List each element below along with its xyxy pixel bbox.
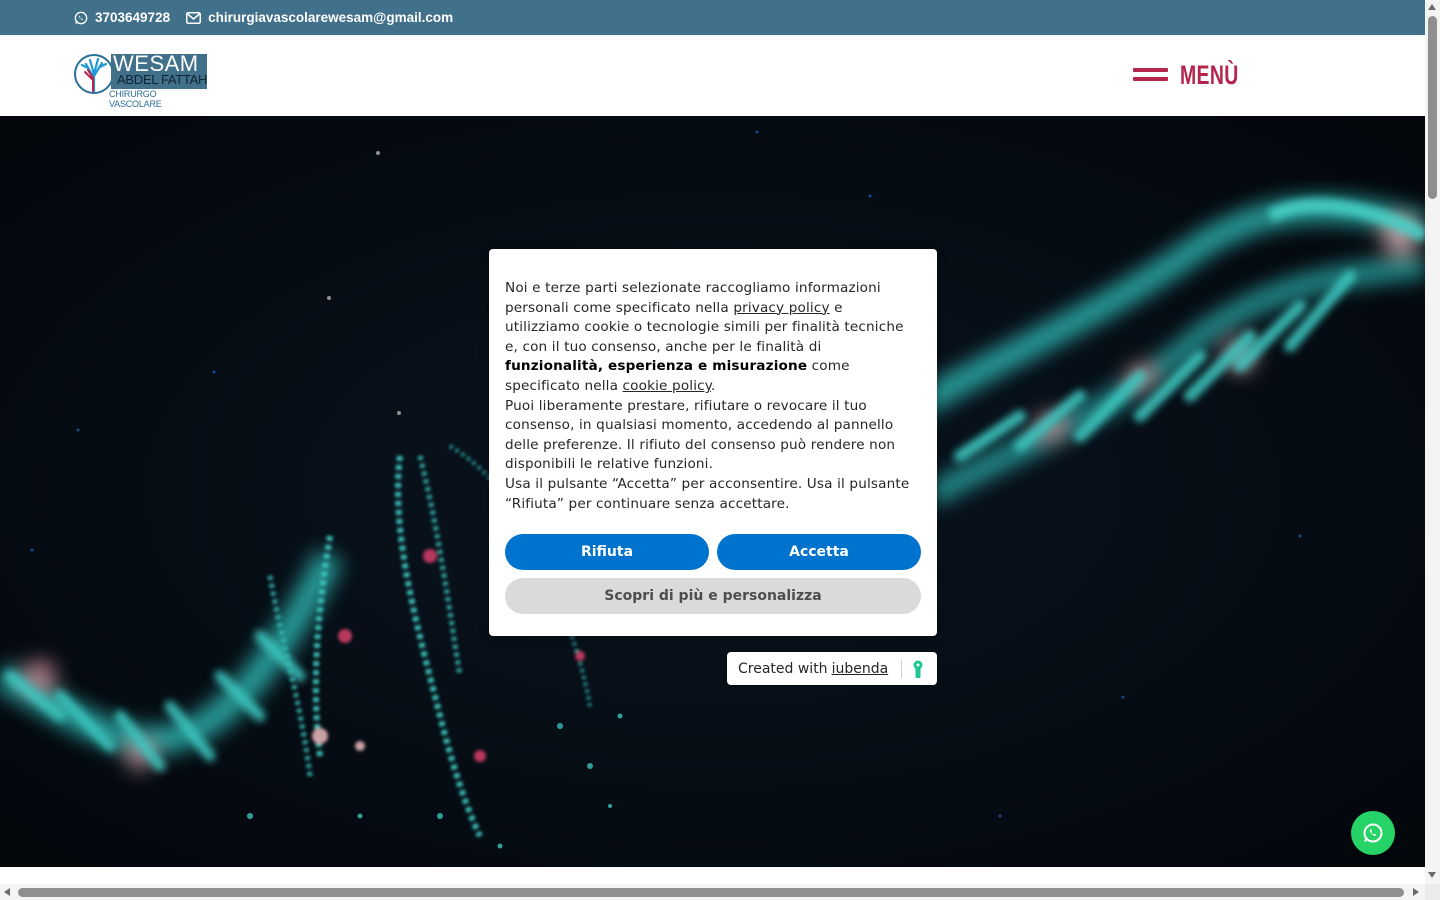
phone-number: 3703649728 — [95, 10, 171, 25]
email-address: chirurgiavascolarewesam@gmail.com — [208, 10, 454, 25]
iubenda-prefix: Created with — [738, 660, 828, 677]
phone-link[interactable]: 3703649728 — [74, 10, 170, 25]
horizontal-scrollbar[interactable] — [0, 884, 1425, 900]
site-logo[interactable]: WESAM ABDEL FATTAH CHIRURGO VASCOLARE — [73, 52, 209, 109]
vertical-scroll-thumb[interactable] — [1428, 16, 1437, 199]
keyhole-icon — [913, 660, 923, 678]
scroll-down-arrow-icon[interactable] — [1428, 872, 1436, 878]
whatsapp-icon — [74, 11, 88, 24]
scroll-right-arrow-icon[interactable] — [1413, 888, 1419, 896]
site-header: WESAM ABDEL FATTAH CHIRURGO VASCOLARE ME… — [0, 35, 1425, 116]
accept-button[interactable]: Accetta — [717, 534, 921, 571]
whatsapp-chat-button[interactable] — [1351, 811, 1395, 855]
scroll-left-arrow-icon[interactable] — [4, 888, 10, 896]
iubenda-badge: Created with iubenda — [727, 652, 937, 685]
horizontal-scroll-thumb[interactable] — [18, 888, 1404, 897]
cookie-policy-link[interactable]: cookie policy — [623, 378, 711, 394]
logo-role: CHIRURGO VASCOLARE — [109, 89, 162, 109]
iubenda-link[interactable]: iubenda — [832, 661, 889, 677]
reject-button[interactable]: Rifiuta — [505, 534, 709, 571]
badge-divider — [901, 659, 902, 678]
vertical-scrollbar[interactable] — [1425, 0, 1440, 884]
menu-button[interactable]: MENÙ — [1133, 57, 1262, 93]
whatsapp-icon — [1363, 823, 1383, 843]
cookie-consent-banner: Noi e terze parti selezionate raccogliam… — [489, 249, 937, 636]
cookie-notice-paragraph-3: Usa il pulsante “Accetta” per acconsenti… — [505, 475, 910, 512]
cookie-notice-text: Noi e terze parti selezionate raccogliam… — [505, 280, 910, 512]
envelope-icon — [186, 11, 202, 24]
privacy-policy-link[interactable]: privacy policy — [733, 300, 829, 316]
scroll-up-arrow-icon[interactable] — [1428, 4, 1436, 10]
customize-button[interactable]: Scopri di più e personalizza — [505, 578, 921, 615]
page-bottom-strip — [0, 867, 1425, 884]
cookie-purposes: funzionalità, esperienza e misurazione — [505, 358, 808, 375]
scrollbar-corner — [1425, 884, 1440, 900]
hamburger-icon — [1133, 68, 1168, 82]
menu-label: MENÙ — [1180, 59, 1239, 90]
logo-surname: ABDEL FATTAH — [117, 72, 208, 87]
contact-bar: 3703649728 chirurgiavascolarewesam@gmail… — [0, 0, 1425, 35]
cookie-notice-paragraph-2: Puoi liberamente prestare, rifiutare o r… — [505, 397, 896, 473]
email-link[interactable]: chirurgiavascolarewesam@gmail.com — [186, 10, 453, 25]
